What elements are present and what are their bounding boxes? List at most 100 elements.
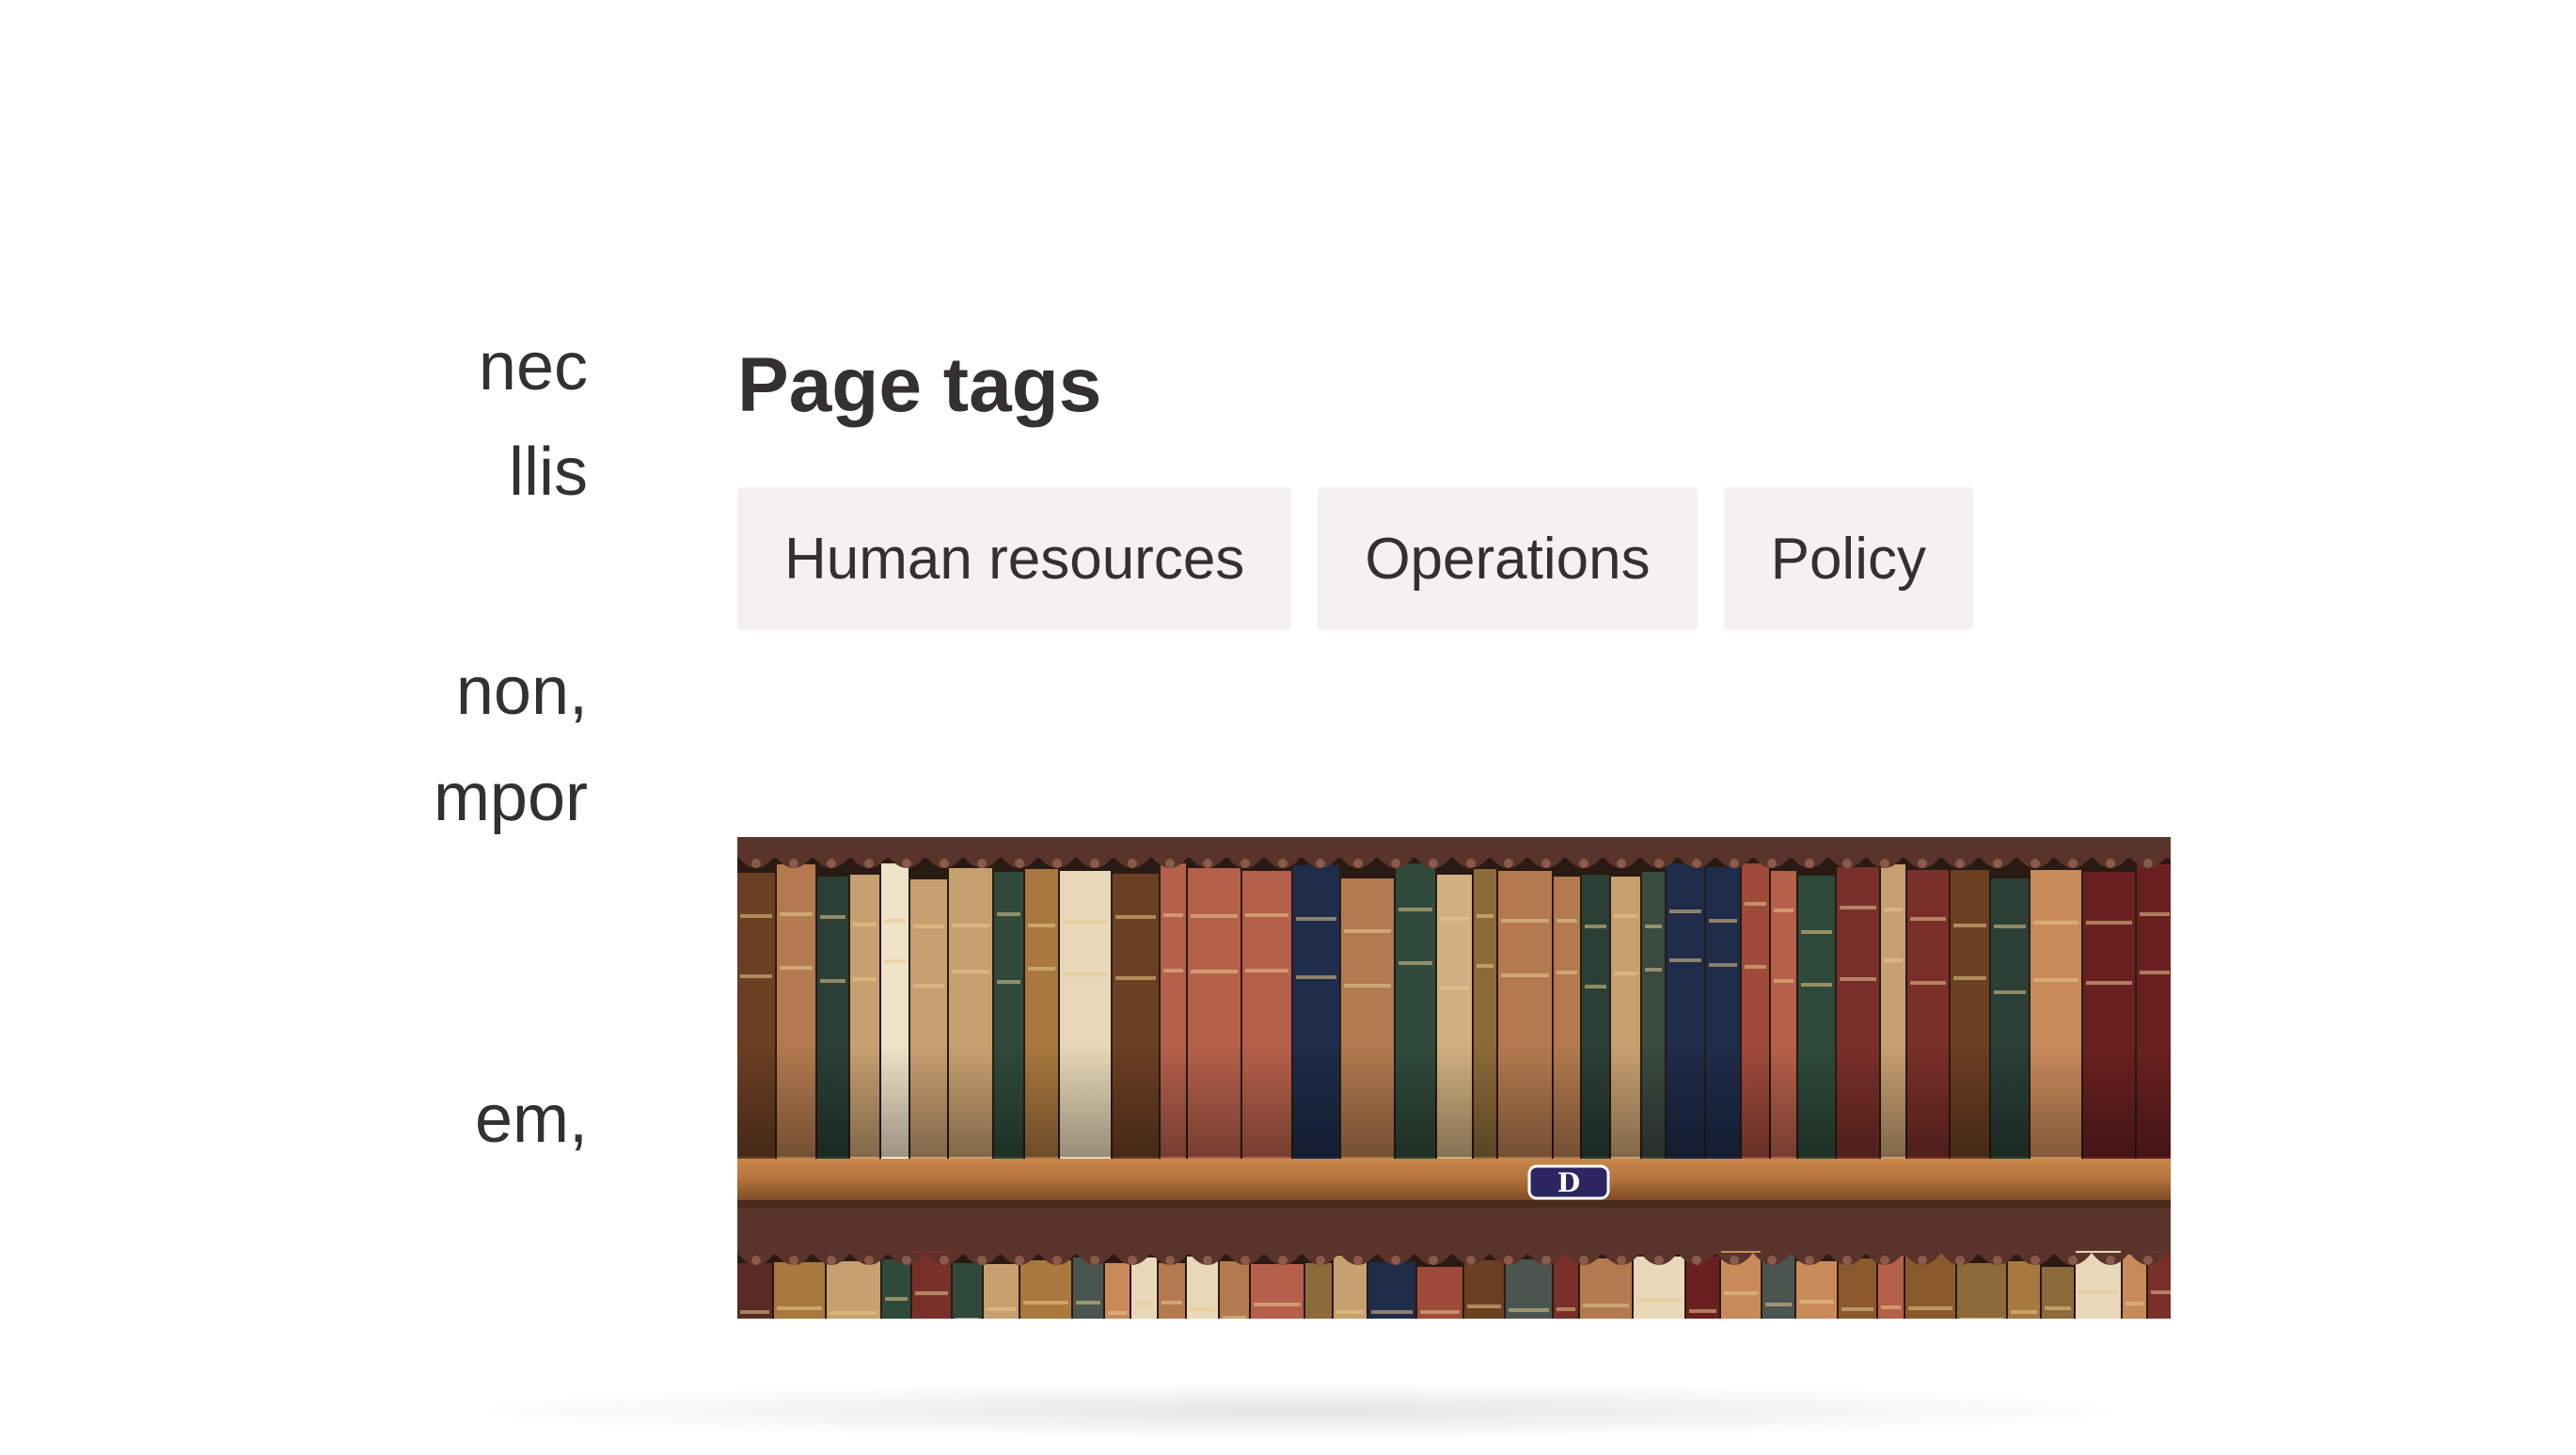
book-spine-band (1557, 1307, 1575, 1311)
shelf-trim-stud (1918, 1256, 1927, 1265)
shelf-trim-stud (751, 1256, 761, 1265)
shelf-trim-stud (1579, 1256, 1588, 1265)
book-spine-band (987, 1307, 1016, 1311)
shelf-trim-stud (1955, 1256, 1965, 1265)
tag-policy[interactable]: Policy (1723, 487, 1973, 630)
shelf-trim-stud (789, 1256, 798, 1265)
book-spine-band (1799, 1300, 1834, 1304)
bookshelf-illustration: D (737, 837, 2171, 1319)
book-spine-band (1765, 1303, 1792, 1306)
book-spine-band (1108, 1311, 1127, 1315)
book-spine-band (1689, 1309, 1716, 1313)
shelf-trim-stud (2143, 1256, 2153, 1265)
shelf-trim-stud (2068, 859, 2078, 868)
book-spine-band (885, 1297, 908, 1301)
book-spine-band (1190, 1307, 1215, 1311)
book-spine (827, 1261, 880, 1319)
body-text-column: nec llis non, mpor em, (419, 324, 588, 1209)
shelf-trim-stud (1391, 1256, 1400, 1265)
shelf-trim-stud (1090, 859, 1099, 868)
book-spine-band (1076, 1301, 1100, 1305)
book-spine-band (1162, 1301, 1182, 1305)
book-spine-band (1254, 1303, 1301, 1306)
shelf-trim-stud (1541, 859, 1551, 868)
book-spine-band (1724, 1291, 1758, 1295)
book-spine-band (2078, 1290, 2118, 1294)
book-spine (2042, 1267, 2074, 1319)
shelf-trim-stud (2031, 1256, 2040, 1265)
shelf-trim-stud (1993, 859, 2002, 868)
body-text-line: em, (474, 1082, 588, 1157)
tag-human-resources[interactable]: Human resources (737, 487, 1292, 630)
book-spine (2008, 1261, 2040, 1319)
book-spine-band (830, 1311, 877, 1315)
shelf-trim-stud (1692, 859, 1701, 868)
shelf-trim-stud (827, 1256, 836, 1265)
book-spine (1105, 1263, 1130, 1319)
shelf-trim-stud (902, 1256, 911, 1265)
shelf-trim-stud (1203, 859, 1212, 868)
book-spine-band (2151, 1290, 2171, 1294)
tag-operations[interactable]: Operations (1318, 487, 1698, 630)
shelf-trim-stud (864, 1256, 874, 1265)
book-spine-band (1134, 1302, 1154, 1305)
shelf-trim-stud (1993, 1256, 2002, 1265)
shelf-trim-stud (1165, 1256, 1175, 1265)
shelf-trim-stud (1880, 859, 1889, 868)
shelf-trim-stud (1052, 1256, 1062, 1265)
book-spine-band (1336, 1310, 1364, 1314)
shelf-trim-stud (1165, 859, 1175, 868)
book-spine-band (2011, 1310, 2037, 1314)
shelf-trim-stud (1767, 859, 1777, 868)
book-spine (1220, 1261, 1249, 1319)
book-spine-band (1960, 1318, 2003, 1319)
shelf-trim-stud (1241, 859, 1250, 868)
page-tags-list: Human resources Operations Policy (737, 487, 1973, 630)
shelf-trim-stud (1466, 859, 1476, 868)
book-spine (1305, 1263, 1332, 1319)
book-spine (1159, 1263, 1185, 1319)
shelf-trim-stud (1466, 1256, 1476, 1265)
book-spine-band (1223, 1316, 1246, 1319)
shelf-trim-stud (789, 859, 798, 868)
shelf-trim-stud (1278, 1256, 1288, 1265)
book-spine (1073, 1257, 1103, 1319)
card-shadow (451, 1383, 2144, 1439)
shelf-trim-stud (2068, 1256, 2078, 1265)
shelf-trim-stud (1654, 1256, 1664, 1265)
body-text-line: mpor (433, 760, 588, 835)
shelf-trim-stud (1617, 859, 1626, 868)
book-spine-band (1420, 1310, 1460, 1314)
shelf-trim-stud (977, 1256, 987, 1265)
book-spine (1957, 1263, 2006, 1319)
book-spine (953, 1263, 982, 1319)
shelf-trim-stud (1353, 1256, 1363, 1265)
shelf-trim-stud (940, 859, 949, 868)
shelf-trim-stud (1918, 859, 1927, 868)
shelf-trim-stud (1692, 1256, 1701, 1265)
shelf-trim-stud (1316, 1256, 1325, 1265)
shelf-trim-stud (1316, 859, 1325, 868)
body-text-line: nec (478, 329, 588, 404)
shelf-trim-stud (902, 859, 911, 868)
book-spine-band (2045, 1306, 2071, 1310)
shelf-trim-stud (1805, 859, 1814, 868)
shelf-trim-stud (751, 859, 761, 868)
shelf-trim-stud (1128, 859, 1137, 868)
book-spine (1131, 1257, 1157, 1319)
book-spine (1020, 1260, 1071, 1319)
shelf-trim-stud (940, 1256, 949, 1265)
shelf-trim-stud (1391, 859, 1400, 868)
shelf-trim-stud (1015, 1256, 1024, 1265)
shelf-trim-stud (1767, 1256, 1777, 1265)
shelf-trim-stud (1880, 1256, 1889, 1265)
book-spine-band (1467, 1305, 1501, 1308)
book-spine (1334, 1256, 1367, 1319)
book-spine (1580, 1258, 1632, 1319)
shelf-trim-stud (1128, 1256, 1137, 1265)
shelf-trim-stud (1241, 1256, 1250, 1265)
shelf-trim-stud (2106, 859, 2115, 868)
shelf-trim-stud (1955, 859, 1965, 868)
book-spine (1464, 1260, 1504, 1319)
shelf-trim-stud (1504, 1256, 1513, 1265)
